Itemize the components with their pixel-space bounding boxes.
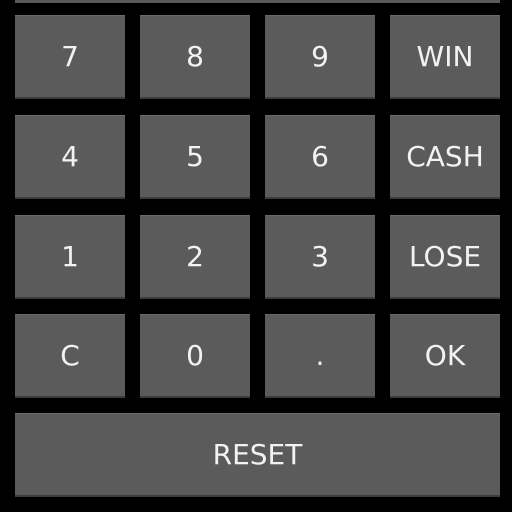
key-label: 3 [311, 240, 329, 273]
key-label: 1 [61, 240, 79, 273]
key-label: WIN [416, 40, 474, 73]
key-label: OK [424, 339, 466, 372]
key-label: 7 [61, 40, 79, 73]
keypad-screen: 7 8 9 WIN 4 5 6 CASH 1 2 3 LOSE C 0 . OK… [0, 0, 512, 512]
lose-button[interactable]: LOSE [390, 215, 500, 299]
key-label: 6 [311, 140, 329, 173]
key-2[interactable]: 2 [140, 215, 250, 299]
key-label: LOSE [408, 240, 482, 273]
key-7[interactable]: 7 [15, 15, 125, 99]
key-label: 8 [186, 40, 204, 73]
key-label: 0 [186, 339, 204, 372]
key-label: 4 [61, 140, 79, 173]
key-1[interactable]: 1 [15, 215, 125, 299]
key-label: CASH [406, 140, 484, 173]
key-4[interactable]: 4 [15, 115, 125, 199]
reset-button[interactable]: RESET [15, 413, 500, 497]
key-label: 5 [186, 140, 204, 173]
ok-button[interactable]: OK [390, 314, 500, 398]
key-label: C [60, 339, 80, 372]
key-8[interactable]: 8 [140, 15, 250, 99]
key-0[interactable]: 0 [140, 314, 250, 398]
top-edge-strip [15, 0, 500, 3]
win-button[interactable]: WIN [390, 15, 500, 99]
decimal-point-button[interactable]: . [265, 314, 375, 398]
key-3[interactable]: 3 [265, 215, 375, 299]
key-9[interactable]: 9 [265, 15, 375, 99]
key-label: 9 [311, 40, 329, 73]
key-6[interactable]: 6 [265, 115, 375, 199]
cash-button[interactable]: CASH [390, 115, 500, 199]
key-label: 2 [186, 240, 204, 273]
reset-label: RESET [212, 438, 303, 471]
clear-button[interactable]: C [15, 314, 125, 398]
key-5[interactable]: 5 [140, 115, 250, 199]
key-label: . [315, 339, 325, 372]
